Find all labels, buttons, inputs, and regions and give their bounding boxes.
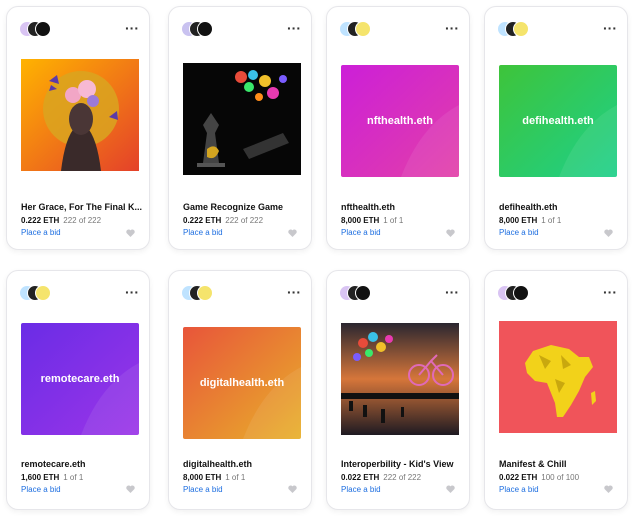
price-info: 8,000 ETH 1 of 1 <box>499 216 561 225</box>
place-bid-link[interactable]: Place a bid <box>21 485 61 494</box>
more-options-icon[interactable]: ··· <box>287 283 301 301</box>
artwork-image[interactable]: digitalhealth.eth <box>183 327 301 439</box>
price-info: 0.022 ETH 222 of 222 <box>341 473 421 482</box>
more-options-icon[interactable]: ··· <box>287 19 301 37</box>
avatar <box>197 21 213 37</box>
nft-title[interactable]: Manifest & Chill <box>499 459 623 469</box>
nft-title[interactable]: digitalhealth.eth <box>183 459 307 469</box>
more-options-icon[interactable]: ··· <box>125 19 139 37</box>
avatar <box>355 285 371 301</box>
price: 8,000 ETH <box>499 216 538 225</box>
heart-icon[interactable] <box>446 485 455 493</box>
place-bid-link[interactable]: Place a bid <box>499 485 539 494</box>
place-bid-link[interactable]: Place a bid <box>341 485 381 494</box>
artwork-image[interactable]: nfthealth.eth <box>341 65 459 177</box>
edition: 222 of 222 <box>225 216 264 225</box>
edition: 1 of 1 <box>541 216 562 225</box>
nft-title[interactable]: remotecare.eth <box>21 459 145 469</box>
edition: 100 of 100 <box>541 473 580 482</box>
artwork-image[interactable]: remotecare.eth <box>21 323 139 435</box>
nft-title[interactable]: defihealth.eth <box>499 202 623 212</box>
edition: 1 of 1 <box>225 473 246 482</box>
nft-card[interactable]: ··· Game Recognize Game 0.222 ETH 222 of … <box>168 6 312 250</box>
avatar <box>35 21 51 37</box>
avatar <box>355 21 371 37</box>
heart-icon[interactable] <box>126 229 135 237</box>
nft-title[interactable]: Her Grace, For The Final K... <box>21 202 145 212</box>
nft-card[interactable]: ··· defihealth.eth defihealth.eth 8,000 … <box>484 6 628 250</box>
nft-title[interactable]: Interoperbility - Kid's View <box>341 459 465 469</box>
place-bid-link[interactable]: Place a bid <box>183 228 223 237</box>
place-bid-link[interactable]: Place a bid <box>21 228 61 237</box>
price: 8,000 ETH <box>341 216 380 225</box>
more-options-icon[interactable]: ··· <box>125 283 139 301</box>
price: 0.022 ETH <box>341 473 380 482</box>
artwork-label: defihealth.eth <box>522 115 594 127</box>
avatar <box>513 285 529 301</box>
edition: 222 of 222 <box>63 216 102 225</box>
more-options-icon[interactable]: ··· <box>603 283 617 301</box>
nft-card[interactable]: ··· digitalhealth.eth digitalhealth.eth … <box>168 270 312 510</box>
avatar <box>197 285 213 301</box>
edition: 222 of 222 <box>383 473 422 482</box>
place-bid-link[interactable]: Place a bid <box>183 485 223 494</box>
heart-icon[interactable] <box>604 229 613 237</box>
avatar <box>35 285 51 301</box>
price-info: 8,000 ETH 1 of 1 <box>341 216 403 225</box>
artwork-label: nfthealth.eth <box>367 115 433 127</box>
more-options-icon[interactable]: ··· <box>445 283 459 301</box>
more-options-icon[interactable]: ··· <box>445 19 459 37</box>
artwork-image[interactable] <box>21 59 139 171</box>
heart-icon[interactable] <box>288 485 297 493</box>
artwork-label: remotecare.eth <box>40 373 120 385</box>
price-info: 1,600 ETH 1 of 1 <box>21 473 83 482</box>
artwork-image[interactable] <box>341 323 459 435</box>
artwork-image[interactable] <box>499 321 617 433</box>
price-info: 0.222 ETH 222 of 222 <box>21 216 101 225</box>
edition: 1 of 1 <box>383 216 404 225</box>
price: 0.022 ETH <box>499 473 538 482</box>
place-bid-link[interactable]: Place a bid <box>341 228 381 237</box>
nft-title[interactable]: Game Recognize Game <box>183 202 307 212</box>
price: 0.222 ETH <box>183 216 222 225</box>
heart-icon[interactable] <box>446 229 455 237</box>
price-info: 0.022 ETH 100 of 100 <box>499 473 579 482</box>
artwork-label: digitalhealth.eth <box>199 377 285 389</box>
nft-card[interactable]: ··· Interoperbility - Kid's View 0.022 E… <box>326 270 470 510</box>
heart-icon[interactable] <box>604 485 613 493</box>
price: 0.222 ETH <box>21 216 60 225</box>
price: 1,600 ETH <box>21 473 60 482</box>
nft-card[interactable]: ··· Manifest & Chill 0.022 ETH 100 of 100… <box>484 270 628 510</box>
heart-icon[interactable] <box>126 485 135 493</box>
artwork-image[interactable]: defihealth.eth <box>499 65 617 177</box>
place-bid-link[interactable]: Place a bid <box>499 228 539 237</box>
more-options-icon[interactable]: ··· <box>603 19 617 37</box>
nft-card[interactable]: ··· nfthealth.eth nfthealth.eth 8,000 ET… <box>326 6 470 250</box>
heart-icon[interactable] <box>288 229 297 237</box>
price-info: 8,000 ETH 1 of 1 <box>183 473 245 482</box>
nft-card[interactable]: ··· Her Grace, For The Final K... 0.222 … <box>6 6 150 250</box>
artwork-image[interactable] <box>183 63 301 175</box>
nft-title[interactable]: nfthealth.eth <box>341 202 465 212</box>
price: 8,000 ETH <box>183 473 222 482</box>
nft-card[interactable]: ··· remotecare.eth remotecare.eth 1,600 … <box>6 270 150 510</box>
avatar <box>513 21 529 37</box>
price-info: 0.222 ETH 222 of 222 <box>183 216 263 225</box>
edition: 1 of 1 <box>63 473 84 482</box>
